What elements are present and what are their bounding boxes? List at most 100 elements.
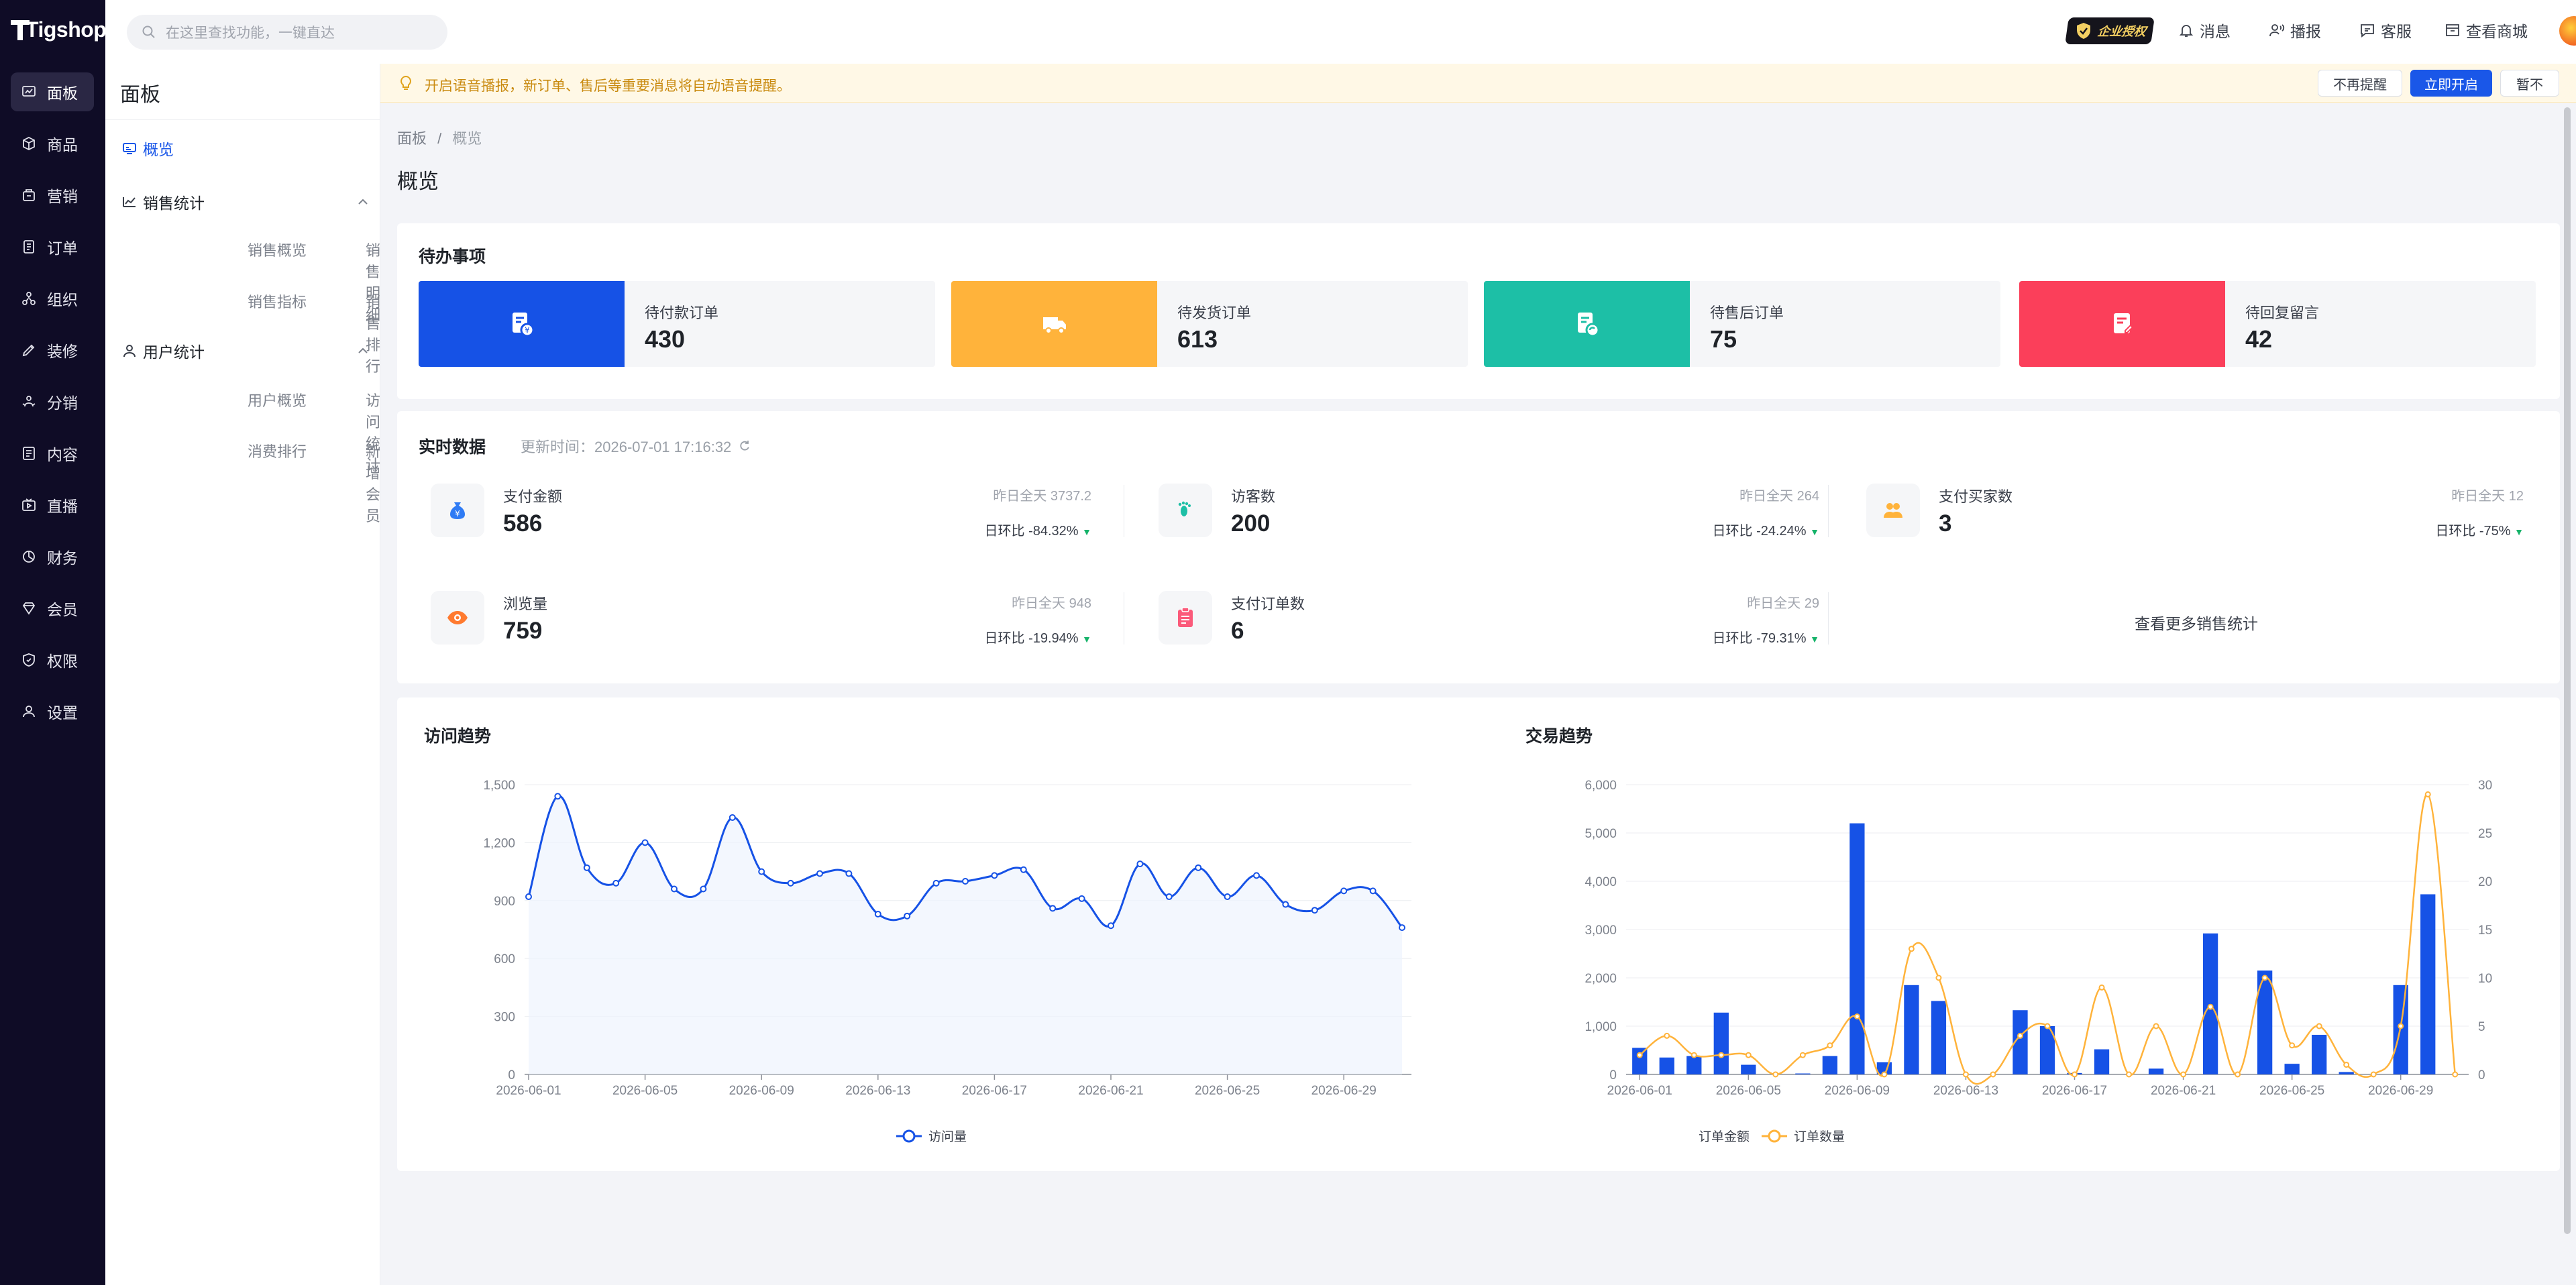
update-time-text: 更新时间：2026-07-01 17:16:32 (521, 439, 732, 455)
bar (2148, 1068, 2164, 1074)
sidebar-item-label: 财务 (47, 549, 78, 567)
down-arrow-icon: ▼ (1810, 634, 1819, 645)
y2-tick-label: 15 (2478, 924, 2492, 938)
submenu-link-sales-indicator[interactable]: 销售指标 (248, 290, 307, 312)
data-point (2044, 1023, 2051, 1029)
submenu-item-overview[interactable]: 概览 (121, 137, 174, 160)
more-sales-stats-link[interactable]: 查看更多销售统计 (2135, 611, 2258, 634)
scrollbar[interactable] (2564, 107, 2571, 1234)
buyers-icon (1884, 503, 1902, 518)
sidebar: Tigshop 面板商品营销订单组织装修分销内容直播财务会员权限设置 (0, 0, 107, 1285)
sidebar-item-10[interactable]: 会员 (11, 589, 94, 628)
data-point (554, 793, 561, 800)
trade-trend-chart: 01,0002,0003,0004,0005,0006,000051015202… (1585, 779, 2492, 1144)
unpaid-order-icon: ¥ (512, 313, 534, 337)
search-input[interactable]: 在这里查找功能，一键直达 (127, 15, 447, 50)
metric-label: 支付金额 (503, 488, 563, 505)
submenu-link-user-overview[interactable]: 用户概览 (248, 389, 307, 410)
sidebar-item-1[interactable]: 商品 (11, 124, 94, 163)
sidebar-item-label: 商品 (47, 136, 78, 154)
sidebar-item-11[interactable]: 权限 (11, 640, 94, 679)
submenu-group-users[interactable]: 用户统计 (121, 339, 370, 362)
data-point (1990, 1071, 1996, 1078)
data-point (1282, 901, 1289, 908)
enable-now-button[interactable]: 立即开启 (2410, 70, 2492, 97)
data-point (1799, 1052, 1806, 1058)
y-tick-label: 0 (1609, 1068, 1617, 1082)
bar (2094, 1049, 2110, 1074)
sidebar-item-8[interactable]: 直播 (11, 486, 94, 524)
broadcast-button[interactable]: 播报 (2269, 19, 2321, 42)
submenu-link-new-members[interactable]: 新增会员 (366, 440, 380, 526)
data-point (758, 868, 765, 875)
sidebar-item-3[interactable]: 订单 (11, 227, 94, 266)
customer-service-button[interactable]: 客服 (2359, 19, 2412, 42)
todo-item-unpaid[interactable]: ¥ 待付款订单 430 (419, 281, 935, 367)
sidebar-item-label: 营销 (47, 188, 78, 205)
metric-icon-box (431, 591, 484, 645)
submenu-link-consume-ranking[interactable]: 消费排行 (248, 440, 307, 461)
bar (1659, 1057, 1674, 1074)
sidebar-item-6[interactable]: 分销 (11, 382, 94, 421)
data-point (1962, 1071, 1969, 1078)
x-tick-label: 2026-06-13 (1933, 1084, 1998, 1098)
x-tick-label: 2026-06-09 (729, 1084, 794, 1098)
metric-yesterday: 昨日全天 948 (1012, 596, 1091, 611)
metric-compare-text: 日环比 -24.24% (1712, 524, 1807, 539)
sidebar-item-12[interactable]: 设置 (11, 692, 94, 731)
sidebar-item-9[interactable]: 财务 (11, 537, 94, 576)
breadcrumb-item[interactable]: 面板 (397, 130, 427, 147)
legend-marker (1768, 1129, 1781, 1143)
data-point (787, 879, 794, 887)
metric-compare-text: 日环比 -79.31% (1712, 631, 1807, 646)
chat-icon (2361, 24, 2374, 38)
settings-icon (20, 703, 38, 720)
y2-tick-label: 0 (2478, 1068, 2485, 1082)
data-point (641, 839, 649, 846)
todo-item-reply[interactable]: 待回复留言 42 (2019, 281, 2536, 367)
data-point (1827, 1042, 1833, 1049)
x-tick-label: 2026-06-21 (1078, 1084, 1143, 1098)
avatar[interactable] (2559, 16, 2576, 46)
submenu-title: 面板 (120, 84, 160, 106)
metric-value: 3 (1939, 510, 1952, 537)
data-point (1369, 887, 1377, 895)
data-point (2180, 1071, 2187, 1078)
submenu-link-sales-overview[interactable]: 销售概览 (248, 239, 307, 260)
submenu-group-sales[interactable]: 销售统计 (121, 190, 370, 213)
not-now-button[interactable]: 暂不 (2500, 70, 2559, 97)
enterprise-badge[interactable]: 企业授权 (2065, 17, 2155, 44)
bar (1686, 1056, 1702, 1074)
user-icon (123, 345, 136, 357)
todo-item-after-sales[interactable]: 待售后订单 75 (1484, 281, 2000, 367)
messages-button[interactable]: 消息 (2178, 19, 2231, 42)
y-tick-label: 5,000 (1585, 827, 1617, 841)
metric-value: 759 (503, 618, 543, 644)
todo-item-to-ship[interactable]: 待发货订单 613 (951, 281, 1468, 367)
dont-remind-button[interactable]: 不再提醒 (2318, 70, 2402, 97)
metric-icon-box: ¥ (431, 484, 484, 537)
refresh-icon[interactable] (738, 439, 751, 453)
logo[interactable]: Tigshop (9, 13, 107, 46)
y-tick-label: 1,500 (483, 779, 515, 793)
sidebar-item-4[interactable]: 组织 (11, 279, 94, 318)
view-store-button[interactable]: 查看商城 (2445, 19, 2528, 42)
sidebar-item-0[interactable]: 面板 (11, 72, 94, 111)
metric-compare: 日环比 -84.32% ▼ (985, 520, 1091, 539)
sidebar-item-5[interactable]: 装修 (11, 331, 94, 370)
clipboard-icon (1178, 607, 1193, 627)
x-tick-label: 2026-06-01 (1607, 1084, 1672, 1098)
todo-card: 待办事项 ¥ 待付款订单 430 待发货订单 613 待售后订单 75 待回复留… (397, 223, 2560, 399)
sidebar-item-2[interactable]: 营销 (11, 176, 94, 215)
metric-icon-box (1866, 484, 1920, 537)
data-point (991, 872, 998, 879)
update-time: 更新时间：2026-07-01 17:16:32 (521, 435, 751, 457)
y-tick-label: 900 (494, 895, 515, 909)
submenu-link-sales-ranking[interactable]: 销售排行 (366, 290, 380, 376)
breadcrumb-separator: / (437, 130, 442, 147)
sidebar-item-7[interactable]: 内容 (11, 434, 94, 473)
x-tick-label: 2026-06-25 (1195, 1084, 1260, 1098)
todo-value: 430 (645, 325, 686, 353)
x-tick-label: 2026-06-01 (496, 1084, 561, 1098)
finance-icon (20, 548, 38, 565)
